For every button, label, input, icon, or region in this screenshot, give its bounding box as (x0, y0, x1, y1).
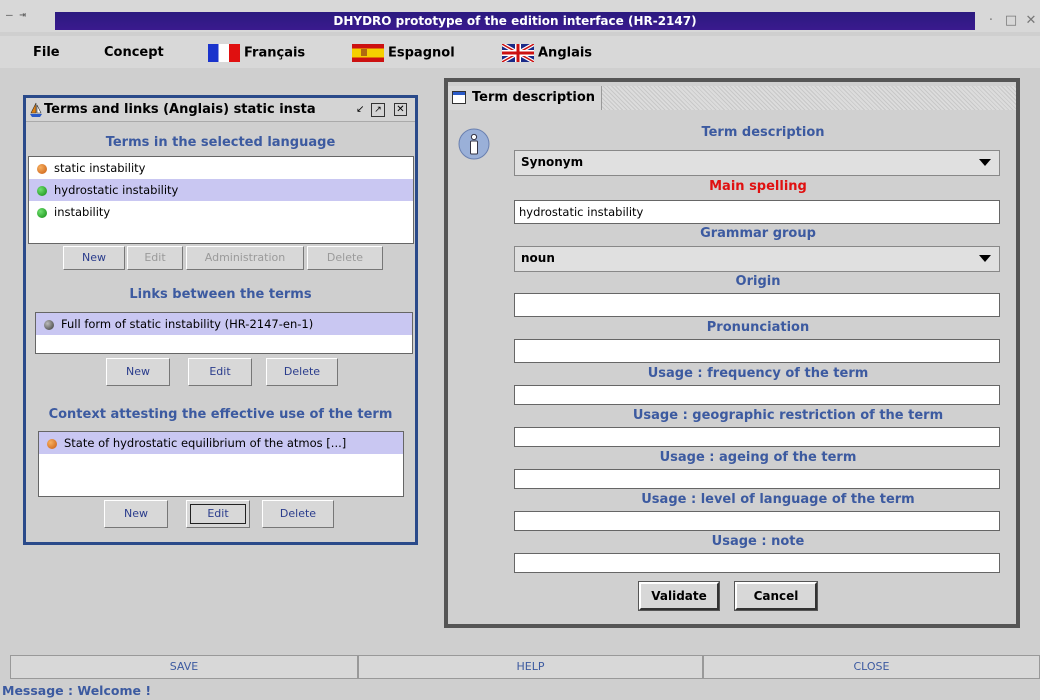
usage-ageing-label: Usage : ageing of the term (659, 450, 857, 465)
menu-anglais-label: Anglais (538, 45, 593, 61)
window-titlebar: — ⇥ DHYDRO prototype of the edition inte… (0, 0, 1040, 32)
usage-frequency-label: Usage : frequency of the term (647, 366, 869, 381)
close-button[interactable]: CLOSE (703, 655, 1040, 679)
grammar-group-label: Grammar group (700, 226, 816, 241)
terms-edit-button[interactable]: Edit (127, 246, 183, 270)
links-edit-button[interactable]: Edit (188, 358, 252, 386)
menu-anglais[interactable]: Anglais (502, 44, 592, 62)
save-button[interactable]: SAVE (10, 655, 358, 679)
status-message: Message : Welcome ! (2, 683, 152, 698)
context-edit-button[interactable]: Edit (186, 500, 250, 528)
chevron-down-icon (979, 159, 991, 166)
sailboat-icon (29, 102, 43, 118)
origin-label: Origin (735, 274, 781, 289)
term-type-value: Synonym (521, 155, 584, 169)
term-label: hydrostatic instability (54, 183, 179, 197)
window-menu-icon[interactable]: — ⇥ (6, 8, 46, 24)
term-type-select[interactable]: Synonym (514, 150, 1000, 176)
links-list: Full form of static instability (HR-2147… (35, 312, 413, 354)
terms-new-button[interactable]: New (63, 246, 125, 270)
menu-francais[interactable]: Français (208, 44, 305, 62)
terms-delete-button[interactable]: Delete (307, 246, 383, 270)
window-icon (452, 91, 466, 104)
uk-flag-icon (502, 44, 534, 62)
link-item[interactable]: Full form of static instability (HR-2147… (36, 313, 412, 335)
context-label: State of hydrostatic equilibrium of the … (64, 436, 347, 450)
terms-section-title: Terms in the selected language (105, 135, 336, 150)
terms-administration-button[interactable]: Administration (186, 246, 304, 270)
validate-button[interactable]: Validate (638, 581, 720, 611)
spain-flag-icon (352, 44, 384, 62)
term-description-window: Term description Term description Synony… (444, 78, 1020, 628)
usage-ageing-input[interactable] (514, 469, 1000, 489)
term-item[interactable]: hydrostatic instability (29, 179, 413, 201)
main-spelling-input[interactable]: hydrostatic instability (514, 200, 1000, 224)
menu-francais-label: Français (244, 45, 306, 61)
status-dot-icon (44, 319, 54, 330)
help-button[interactable]: HELP (358, 655, 703, 679)
usage-level-label: Usage : level of language of the term (641, 492, 915, 507)
grammar-group-value: noun (521, 251, 555, 265)
expand-icon[interactable]: ↗ (371, 103, 385, 117)
close-icon[interactable]: ✕ (1022, 12, 1040, 30)
menubar: File Concept Français Espagnol Anglais (0, 36, 1040, 68)
term-description-heading: Term description (701, 125, 825, 140)
description-window-titlebar[interactable]: Term description (448, 86, 1016, 110)
main-spelling-label: Main spelling (709, 179, 807, 194)
minimize-icon[interactable]: · (982, 12, 1000, 30)
menu-espagnol-label: Espagnol (388, 45, 455, 61)
links-section-title: Links between the terms (129, 287, 312, 302)
context-list: State of hydrostatic equilibrium of the … (38, 431, 404, 497)
france-flag-icon (208, 44, 240, 62)
grammar-group-select[interactable]: noun (514, 246, 1000, 272)
origin-input[interactable] (514, 293, 1000, 317)
usage-note-input[interactable] (514, 553, 1000, 573)
cancel-button[interactable]: Cancel (734, 581, 818, 611)
close-window-icon[interactable]: ✕ (394, 103, 407, 116)
term-label: static instability (54, 161, 146, 175)
links-new-button[interactable]: New (106, 358, 170, 386)
usage-note-label: Usage : note (711, 534, 805, 549)
info-icon (458, 128, 490, 160)
usage-level-input[interactable] (514, 511, 1000, 531)
menu-concept[interactable]: Concept (104, 44, 164, 62)
status-dot-icon (37, 207, 47, 218)
maximize-icon[interactable]: □ (1002, 12, 1020, 30)
terms-window-title: Terms and links (Anglais) static insta (44, 102, 316, 117)
menu-espagnol[interactable]: Espagnol (352, 44, 455, 62)
usage-geographic-label: Usage : geographic restriction of the te… (632, 408, 944, 423)
term-item[interactable]: instability (29, 201, 413, 223)
status-dot-icon (37, 163, 47, 174)
pronunciation-label: Pronunciation (706, 320, 810, 335)
context-section-title: Context attesting the effective use of t… (48, 407, 393, 422)
usage-geographic-input[interactable] (514, 427, 1000, 447)
link-label: Full form of static instability (HR-2147… (61, 317, 314, 331)
context-new-button[interactable]: New (104, 500, 168, 528)
links-delete-button[interactable]: Delete (266, 358, 338, 386)
window-title: DHYDRO prototype of the edition interfac… (55, 12, 975, 30)
context-item[interactable]: State of hydrostatic equilibrium of the … (39, 432, 403, 454)
context-delete-button[interactable]: Delete (262, 500, 334, 528)
menu-file[interactable]: File (33, 44, 60, 62)
terms-list: static instability hydrostatic instabili… (28, 156, 414, 244)
terms-links-window: Terms and links (Anglais) static insta ↙… (23, 95, 418, 545)
chevron-down-icon (979, 255, 991, 262)
terms-window-titlebar[interactable]: Terms and links (Anglais) static insta ↙… (26, 98, 415, 122)
shrink-icon[interactable]: ↙ (356, 103, 370, 117)
term-label: instability (54, 205, 111, 219)
status-dot-icon (47, 438, 57, 449)
status-dot-icon (37, 185, 47, 196)
description-window-title: Term description (448, 86, 603, 110)
usage-frequency-input[interactable] (514, 385, 1000, 405)
term-item[interactable]: static instability (29, 157, 413, 179)
pronunciation-input[interactable] (514, 339, 1000, 363)
